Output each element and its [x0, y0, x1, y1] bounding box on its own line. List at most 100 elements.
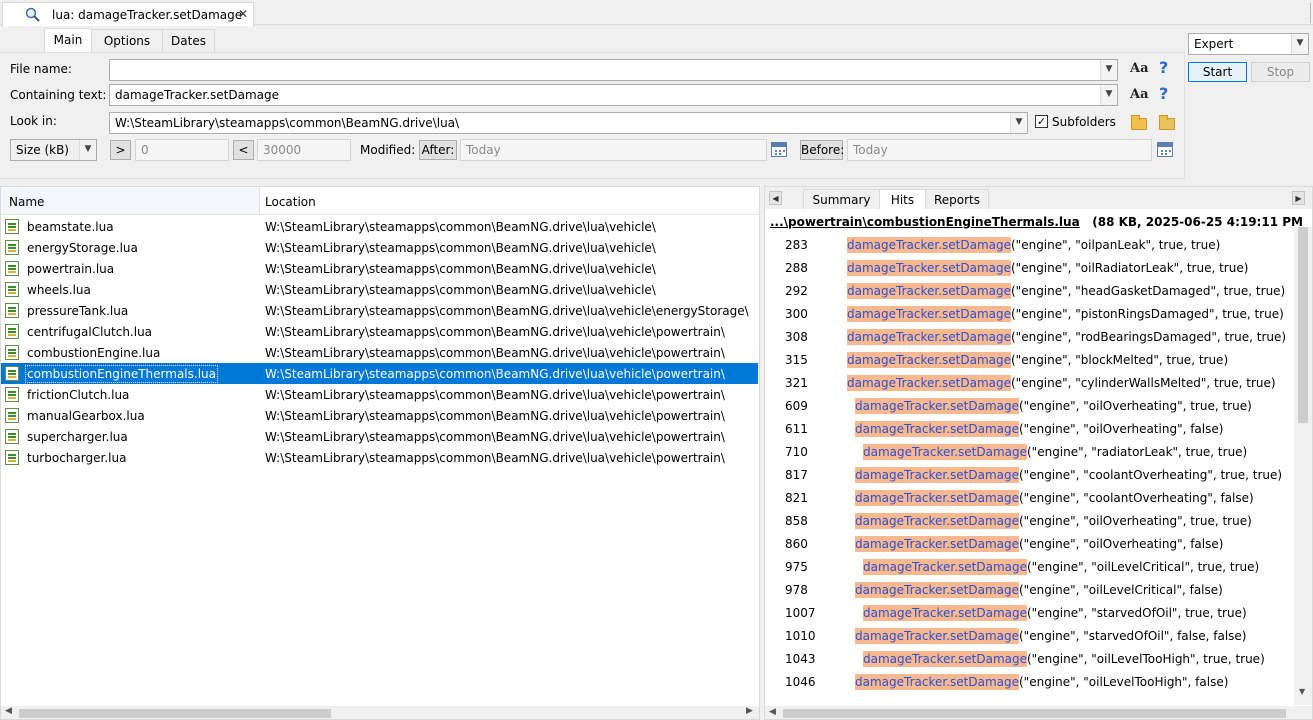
hit-rest: ("engine", "oilLevelCritical", true, tru… [1027, 560, 1260, 574]
hit-code: damageTracker.setDamage("engine", "oilOv… [855, 513, 1252, 529]
hit-line[interactable]: 1010 damageTracker.setDamage("engine", "s… [765, 625, 1295, 648]
hit-line[interactable]: 1046 damageTracker.setDamage("engine", "o… [765, 671, 1295, 694]
scroll-down-icon[interactable]: ▼ [1299, 687, 1305, 696]
after-calendar-icon[interactable] [771, 142, 787, 157]
tab-options[interactable]: Options [91, 29, 163, 52]
hit-line[interactable]: 609 damageTracker.setDamage("engine", "oi… [765, 395, 1295, 418]
preview-tabs: ◀ Summary Hits Reports ▶ [765, 187, 1312, 209]
line-number: 821 [785, 491, 808, 505]
match-highlight: damageTracker.setDamage [847, 237, 1011, 253]
hit-line[interactable]: 308 damageTracker.setDamage("engine", "ro… [765, 326, 1295, 349]
hit-line[interactable]: 821 damageTracker.setDamage("engine", "co… [765, 487, 1295, 510]
match-highlight: damageTracker.setDamage [847, 329, 1011, 345]
table-row[interactable]: supercharger.lua W:\SteamLibrary\steamapp… [1, 426, 758, 447]
close-tab-icon[interactable]: ✕ [238, 7, 248, 21]
tab-dates[interactable]: Dates [162, 29, 215, 52]
greater-than-button[interactable]: > [110, 140, 131, 160]
file-name-help-icon[interactable]: ? [1159, 58, 1168, 77]
match-highlight: damageTracker.setDamage [847, 352, 1011, 368]
scroll-right-icon[interactable]: ▶ [746, 706, 753, 716]
favorite-folders-icon[interactable] [1159, 115, 1175, 130]
column-header-name[interactable]: Name [1, 187, 260, 215]
vertical-scroll-thumb[interactable] [1298, 227, 1308, 423]
browse-folder-icon[interactable] [1131, 115, 1147, 130]
column-header-location[interactable]: Location [260, 187, 759, 215]
containing-text-help-icon[interactable]: ? [1159, 84, 1168, 103]
containing-text-input[interactable]: damageTracker.setDamage [109, 84, 1118, 106]
document-tab[interactable]: lua: damageTracker.setDamage ✕ [2, 2, 254, 26]
look-in-dropdown[interactable]: ▼ [1010, 113, 1027, 133]
after-button[interactable]: After: [419, 140, 457, 160]
hit-line[interactable]: 321 damageTracker.setDamage("engine", "cy… [765, 372, 1295, 395]
table-row[interactable]: turbocharger.lua W:\SteamLibrary\steamapp… [1, 447, 758, 468]
match-highlight: damageTracker.setDamage [847, 375, 1011, 391]
preview-horizontal-scrollbar[interactable]: ◀ [765, 706, 1312, 719]
hit-code: damageTracker.setDamage("engine", "pisto… [847, 306, 1284, 322]
table-row[interactable]: pressureTank.lua W:\SteamLibrary\steamapp… [1, 300, 758, 321]
stop-button[interactable]: Stop [1251, 62, 1310, 82]
file-name-label: File name: [10, 62, 72, 76]
preview-scroll-left-icon[interactable]: ◀ [769, 707, 776, 717]
subfolders-checkbox[interactable]: ✓ [1035, 115, 1048, 128]
file-name-input[interactable] [109, 59, 1118, 81]
hit-line[interactable]: 860 damageTracker.setDamage("engine", "oi… [765, 533, 1295, 556]
mode-dropdown[interactable]: ▼ [1291, 34, 1308, 54]
tab-hits[interactable]: Hits [879, 189, 926, 209]
tabs-scroll-right-icon[interactable]: ▶ [1292, 191, 1305, 205]
lua-file-icon [5, 219, 19, 234]
file-name-case-icon[interactable]: Aa [1130, 61, 1149, 76]
table-row[interactable]: beamstate.lua W:\SteamLibrary\steamapps\c… [1, 216, 758, 237]
start-button[interactable]: Start [1188, 62, 1247, 82]
max-size-input[interactable]: 30000 [257, 139, 351, 161]
before-date-input[interactable]: Today [847, 139, 1152, 161]
scroll-thumb[interactable] [19, 709, 331, 718]
table-row[interactable]: combustionEngineThermals.lua W:\SteamLibr… [1, 363, 758, 384]
before-button[interactable]: Before: [800, 140, 844, 160]
look-in-input[interactable]: W:\SteamLibrary\steamapps\common\BeamNG.… [109, 112, 1028, 134]
results-horizontal-scrollbar[interactable]: ◀ ▶ [1, 706, 759, 719]
hit-rest: ("engine", "blockMelted", true, true) [1011, 353, 1229, 367]
hit-line[interactable]: 1007 damageTracker.setDamage("engine", "s… [765, 602, 1295, 625]
min-size-input[interactable]: 0 [135, 139, 229, 161]
size-unit-dropdown[interactable]: ▼ [79, 140, 96, 160]
hit-file-path[interactable]: ...\powertrain\combustionEngineThermals.… [770, 215, 1080, 229]
file-name-dropdown[interactable]: ▼ [1100, 60, 1117, 80]
line-number: 315 [785, 353, 808, 367]
table-row[interactable]: wheels.lua W:\SteamLibrary\steamapps\comm… [1, 279, 758, 300]
file-location: W:\SteamLibrary\steamapps\common\BeamNG.… [265, 346, 725, 360]
tab-reports[interactable]: Reports [925, 189, 989, 209]
containing-text-dropdown[interactable]: ▼ [1100, 85, 1117, 105]
tab-summary[interactable]: Summary [803, 189, 880, 209]
table-row[interactable]: centrifugalClutch.lua W:\SteamLibrary\ste… [1, 321, 758, 342]
tab-main[interactable]: Main [44, 28, 92, 53]
preview-vertical-scrollbar[interactable]: ▼ [1294, 227, 1312, 705]
hit-line[interactable]: 1043 damageTracker.setDamage("engine", "o… [765, 648, 1295, 671]
lua-file-icon [5, 324, 19, 339]
look-in-label: Look in: [10, 114, 57, 128]
containing-text-case-icon[interactable]: Aa [1130, 87, 1149, 102]
preview-scroll-thumb[interactable] [783, 709, 1286, 718]
table-row[interactable]: manualGearbox.lua W:\SteamLibrary\steamap… [1, 405, 758, 426]
lua-file-icon [5, 240, 19, 255]
before-calendar-icon[interactable] [1157, 142, 1173, 157]
hit-line[interactable]: 978 damageTracker.setDamage("engine", "oi… [765, 579, 1295, 602]
table-row[interactable]: powertrain.lua W:\SteamLibrary\steamapps\… [1, 258, 758, 279]
table-row[interactable]: frictionClutch.lua W:\SteamLibrary\steama… [1, 384, 758, 405]
hit-line[interactable]: 288 damageTracker.setDamage("engine", "oi… [765, 257, 1295, 280]
table-row[interactable]: energyStorage.lua W:\SteamLibrary\steamap… [1, 237, 758, 258]
hit-line[interactable]: 817 damageTracker.setDamage("engine", "co… [765, 464, 1295, 487]
table-row[interactable]: combustionEngine.lua W:\SteamLibrary\stea… [1, 342, 758, 363]
less-than-button[interactable]: < [233, 140, 254, 160]
hit-line[interactable]: 283 damageTracker.setDamage("engine", "oi… [765, 234, 1295, 257]
after-date-input[interactable]: Today [460, 139, 767, 161]
hit-line[interactable]: 858 damageTracker.setDamage("engine", "oi… [765, 510, 1295, 533]
hit-line[interactable]: 300 damageTracker.setDamage("engine", "pi… [765, 303, 1295, 326]
scroll-left-icon[interactable]: ◀ [5, 706, 12, 716]
hit-line[interactable]: 975 damageTracker.setDamage("engine", "oi… [765, 556, 1295, 579]
hit-line[interactable]: 710 damageTracker.setDamage("engine", "ra… [765, 441, 1295, 464]
tabs-scroll-left-icon[interactable]: ◀ [769, 191, 782, 205]
hit-line[interactable]: 292 damageTracker.setDamage("engine", "he… [765, 280, 1295, 303]
match-highlight: damageTracker.setDamage [855, 674, 1019, 690]
hit-line[interactable]: 611 damageTracker.setDamage("engine", "oi… [765, 418, 1295, 441]
hit-line[interactable]: 315 damageTracker.setDamage("engine", "bl… [765, 349, 1295, 372]
